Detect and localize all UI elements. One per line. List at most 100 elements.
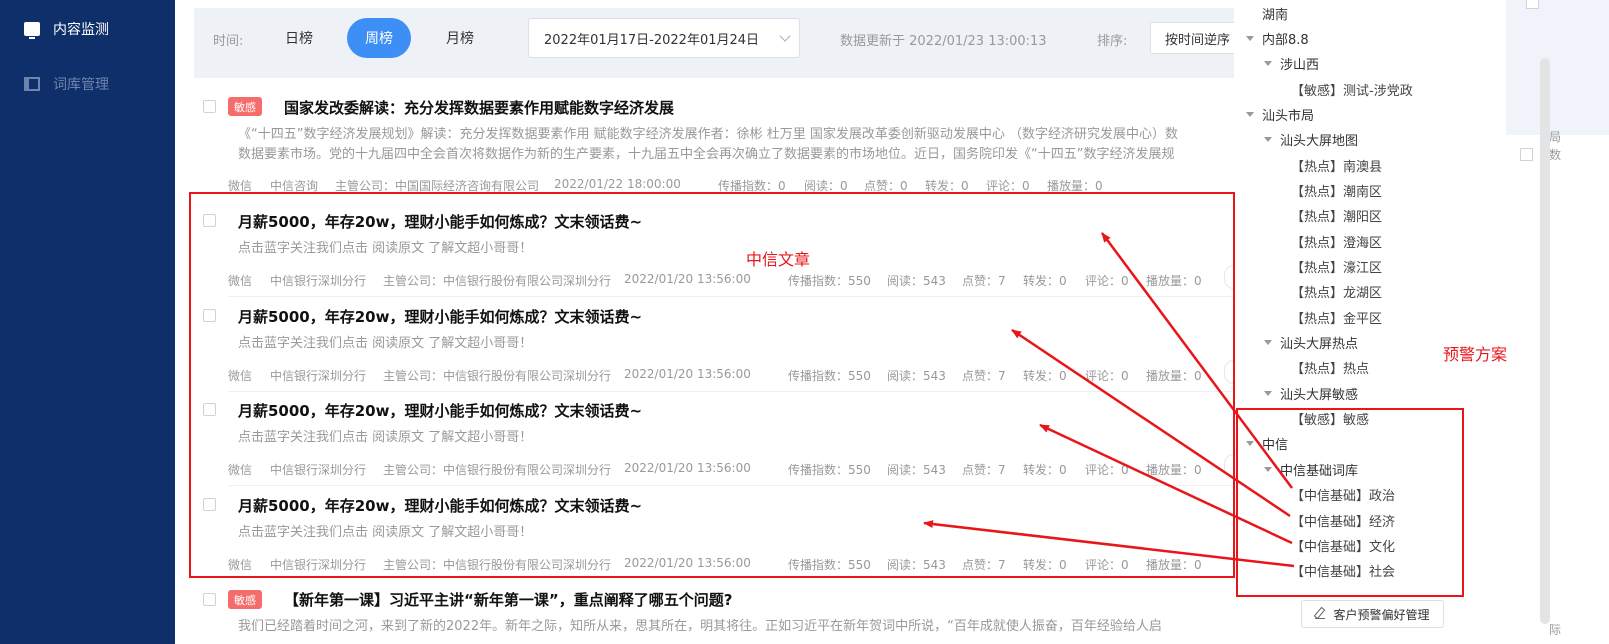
tree-leaf[interactable]: 【中信基础】社会 [1291, 561, 1395, 580]
tree-node[interactable]: 汕头大屏热点 [1264, 333, 1358, 352]
sensitive-badge: 敏感 [228, 97, 262, 116]
tree-node[interactable]: 湖南 [1262, 4, 1288, 23]
meta-forward: 转发：0 [1023, 274, 1067, 288]
tree-leaf[interactable]: 【中信基础】经济 [1291, 511, 1395, 530]
tree-node[interactable]: 汕头大屏地图 [1264, 130, 1358, 149]
tree-leaf[interactable]: 【热点】濠江区 [1291, 257, 1382, 276]
article-title[interactable]: 国家发改委解读：充分发挥数据要素作用赋能数字经济发展 [284, 97, 674, 118]
meta-read: 阅读：543 [887, 274, 946, 288]
tree-leaf[interactable]: 【敏感】测试-涉党政 [1291, 80, 1413, 99]
tree-node-label: 【中信基础】经济 [1291, 515, 1396, 530]
action-button[interactable] [1224, 454, 1234, 478]
select-checkbox[interactable] [1520, 148, 1533, 161]
article-title[interactable]: 月薪5000，年存20w，理财小能手如何炼成？文末领话费~ [238, 211, 642, 232]
meta-comment: 评论：0 [1085, 369, 1129, 383]
select-checkbox[interactable] [203, 100, 216, 113]
tab-weekly[interactable]: 周榜 [347, 18, 411, 58]
abstract-line: 点击蓝字关注我们点击 阅读原文 了解文超小哥哥！ [238, 336, 533, 351]
meta-platform: 微信 [228, 558, 253, 572]
expand-arrow-icon[interactable] [1246, 441, 1254, 446]
tree-leaf[interactable]: 【热点】金平区 [1291, 308, 1382, 327]
expand-arrow-icon[interactable] [1264, 391, 1272, 396]
article-title[interactable]: 月薪5000，年存20w，理财小能手如何炼成？文末领话费~ [238, 495, 642, 516]
tree-leaf[interactable]: 【热点】热点 [1291, 358, 1369, 377]
tree-node[interactable]: 汕头大屏敏感 [1264, 384, 1358, 403]
meta-time: 2022/01/20 13:56:00 [624, 272, 751, 286]
meta-spread: 传播指数：550 [788, 369, 871, 383]
cut-text: 局 [1549, 130, 1562, 144]
meta-spread: 传播指数：550 [788, 463, 871, 477]
time-label: 时间: [213, 34, 244, 49]
meta-account[interactable]: 中信银行深圳分行 [270, 367, 366, 384]
scrollbar[interactable] [1540, 58, 1550, 624]
article-title[interactable]: 【新年第一课】习近平主讲“新年第一课”，重点阐释了哪五个问题? [284, 589, 732, 610]
meta-company: 主管公司：中信银行股份有限公司深圳分行 [383, 274, 612, 288]
tree-node[interactable]: 涉山西 [1264, 54, 1319, 73]
preference-manage-button[interactable]: 客户预警偏好管理 [1301, 600, 1444, 628]
article-title[interactable]: 月薪5000，年存20w，理财小能手如何炼成？文末领话费~ [238, 306, 642, 327]
meta-play: 播放量：0 [1047, 179, 1103, 193]
expand-arrow-icon[interactable] [1264, 61, 1272, 66]
meta-account[interactable]: 中信银行深圳分行 [270, 556, 366, 573]
tree-node[interactable]: 中信基础词库 [1264, 460, 1358, 479]
date-range-picker[interactable]: 2022年01月17日-2022年01月24日 [528, 18, 800, 58]
tree-node[interactable]: 中信 [1246, 434, 1288, 453]
tree-node-label: 【中信基础】社会 [1291, 565, 1396, 580]
select-checkbox[interactable] [203, 593, 216, 606]
expand-arrow-icon[interactable] [1264, 137, 1272, 142]
sensitive-badge: 敏感 [228, 590, 262, 609]
meta-like: 点赞：7 [962, 558, 1006, 572]
tree-node-label: 【中信基础】政治 [1291, 489, 1396, 504]
action-button[interactable] [1224, 265, 1234, 289]
meta-spread: 传播指数：550 [788, 558, 871, 572]
meta-comment: 评论：0 [986, 179, 1030, 193]
tree-node-label: 【热点】龙湖区 [1291, 286, 1383, 301]
meta-forward: 转发：0 [1023, 369, 1067, 383]
tab-monthly[interactable]: 月榜 [428, 18, 492, 58]
meta-like: 点赞：0 [864, 179, 908, 193]
meta-read: 阅读：0 [804, 179, 848, 193]
meta-spread: 传播指数：550 [788, 274, 871, 288]
select-checkbox[interactable] [203, 214, 216, 227]
tree-node[interactable]: 内部8.8 [1246, 29, 1309, 48]
left-sidebar: 内容监测 词库管理 [0, 0, 175, 644]
tree-leaf[interactable]: 【热点】澄海区 [1291, 232, 1382, 251]
sidebar-item-lexicon-manage[interactable]: 词库管理 [24, 70, 109, 98]
expand-arrow-icon[interactable] [1264, 340, 1272, 345]
meta-read: 阅读：543 [887, 463, 946, 477]
sidebar-item-content-monitor[interactable]: 内容监测 [24, 15, 109, 43]
meta-platform: 微信 [228, 369, 253, 383]
article-abstract: 点击蓝字关注我们点击 阅读原文 了解文超小哥哥！ [238, 523, 1234, 543]
tree-node-label: 汕头市局 [1262, 109, 1315, 124]
meta-time: 2022/01/20 13:56:00 [624, 367, 751, 381]
expand-arrow-icon[interactable] [1264, 467, 1272, 472]
expand-arrow-icon[interactable] [1246, 112, 1254, 117]
action-button[interactable] [1224, 360, 1234, 384]
annotation-label-articles: 中信文章 [746, 250, 811, 269]
tree-leaf[interactable]: 【热点】龙湖区 [1291, 282, 1382, 301]
tree-leaf[interactable]: 【中信基础】文化 [1291, 536, 1395, 555]
tree-leaf[interactable]: 【热点】南澳县 [1291, 156, 1382, 175]
tree-node-label: 【热点】濠江区 [1291, 261, 1383, 276]
meta-account[interactable]: 中信银行深圳分行 [270, 461, 366, 478]
article-title[interactable]: 月薪5000，年存20w，理财小能手如何炼成？文末领话费~ [238, 400, 642, 421]
tree-node-label: 【热点】潮阳区 [1291, 210, 1383, 225]
meta-account[interactable]: 中信银行深圳分行 [270, 272, 366, 289]
tree-leaf[interactable]: 【热点】潮南区 [1291, 181, 1382, 200]
select-checkbox[interactable] [203, 498, 216, 511]
cut-text: 数 [1549, 148, 1562, 162]
tree-leaf[interactable]: 【热点】潮阳区 [1291, 206, 1382, 225]
tree-leaf[interactable]: 【中信基础】政治 [1291, 485, 1395, 504]
tree-leaf[interactable]: 【敏感】敏感 [1291, 409, 1369, 428]
meta-account[interactable]: 中信咨询 [270, 177, 318, 194]
divider [228, 485, 1234, 486]
select-checkbox[interactable] [203, 309, 216, 322]
expand-arrow-icon[interactable] [1246, 36, 1254, 41]
tab-daily[interactable]: 日榜 [267, 18, 331, 58]
select-checkbox[interactable] [203, 403, 216, 416]
select-checkbox[interactable] [1526, 0, 1539, 9]
tree-node-label: 【敏感】测试-涉党政 [1291, 84, 1413, 99]
edit-icon [1315, 609, 1326, 619]
tree-node[interactable]: 汕头市局 [1246, 105, 1314, 124]
tree-node-label: 中信基础词库 [1280, 464, 1359, 479]
